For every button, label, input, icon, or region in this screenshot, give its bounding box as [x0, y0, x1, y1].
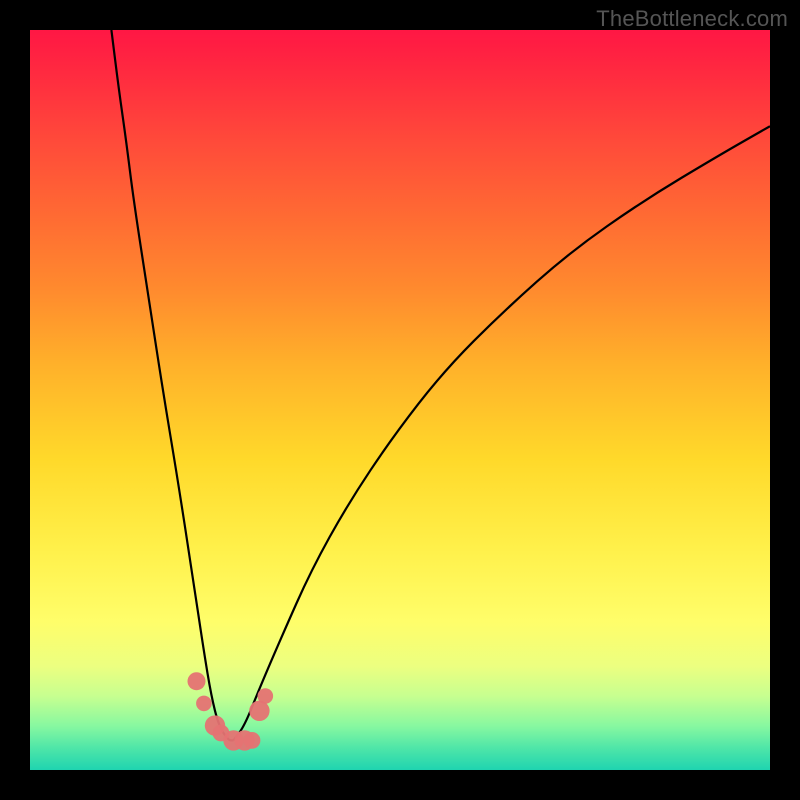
marker-dot — [196, 696, 212, 712]
watermark-text: TheBottleneck.com — [596, 6, 788, 32]
marker-dot — [249, 701, 269, 721]
marker-group — [188, 672, 274, 750]
marker-dot — [213, 725, 230, 742]
chart-frame: TheBottleneck.com — [0, 0, 800, 800]
marker-dot — [223, 730, 243, 750]
marker-dot — [234, 730, 254, 750]
curve-group — [111, 30, 770, 751]
marker-dot — [258, 688, 274, 704]
curves-layer — [30, 30, 770, 770]
marker-dot — [188, 672, 206, 690]
plot-area — [30, 30, 770, 770]
marker-dot — [244, 732, 261, 749]
marker-dot — [205, 715, 225, 735]
right-branch-path — [234, 126, 771, 740]
left-branch-path — [111, 30, 233, 740]
